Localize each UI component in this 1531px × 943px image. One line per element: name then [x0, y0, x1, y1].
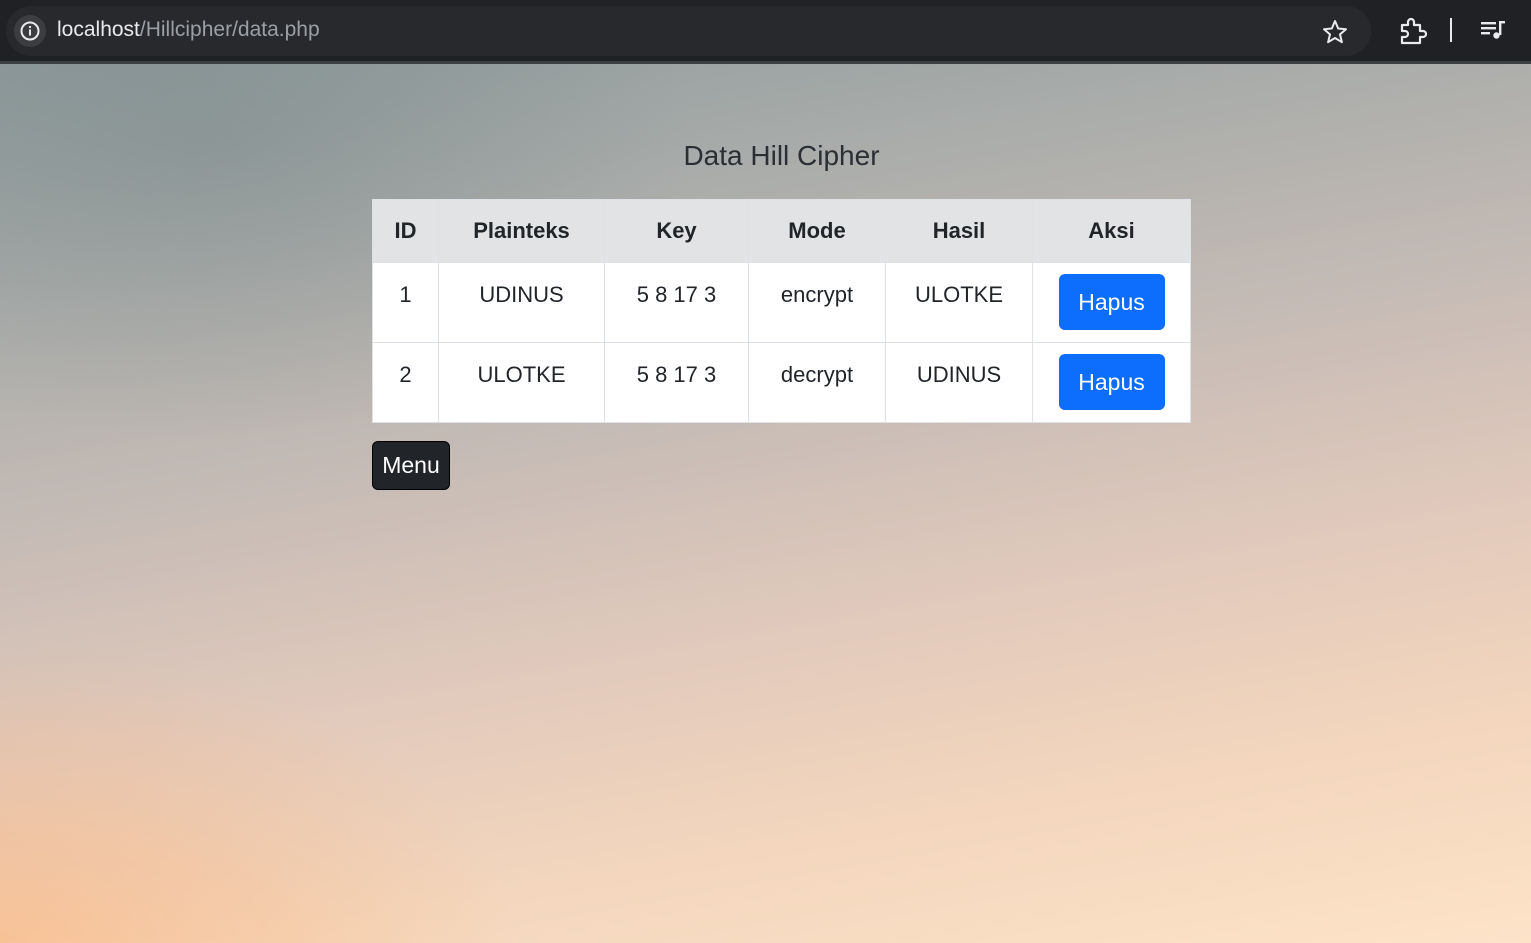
column-header-aksi: Aksi — [1032, 199, 1191, 263]
hapus-button[interactable]: Hapus — [1058, 354, 1165, 410]
cell-key: 5 8 17 3 — [604, 262, 749, 343]
cell-aksi: Hapus — [1032, 342, 1191, 423]
column-header-plainteks: Plainteks — [438, 199, 605, 263]
cell-aksi: Hapus — [1032, 262, 1191, 343]
data-table: ID Plainteks Key Mode Hasil Aksi 1 UDINU… — [372, 199, 1191, 423]
cell-mode: encrypt — [748, 262, 886, 343]
url-text[interactable]: localhost/Hillcipher/data.php — [57, 18, 320, 42]
cell-id: 2 — [372, 342, 439, 423]
table-row: 1 UDINUS 5 8 17 3 encrypt ULOTKE Hapus — [372, 262, 1191, 343]
cell-hasil: ULOTKE — [885, 262, 1033, 343]
cell-hasil: UDINUS — [885, 342, 1033, 423]
toolbar-divider — [1450, 18, 1452, 42]
extensions-icon[interactable] — [1397, 16, 1428, 46]
star-icon[interactable] — [1321, 18, 1349, 46]
info-icon[interactable] — [14, 15, 46, 47]
column-header-key: Key — [604, 199, 749, 263]
hapus-button[interactable]: Hapus — [1058, 274, 1165, 330]
cell-mode: decrypt — [748, 342, 886, 423]
column-header-id: ID — [372, 199, 439, 263]
cell-plainteks: UDINUS — [438, 262, 605, 343]
menu-button[interactable]: Menu — [372, 441, 450, 490]
media-controls-icon[interactable] — [1478, 16, 1508, 46]
cell-key: 5 8 17 3 — [604, 342, 749, 423]
column-header-mode: Mode — [748, 199, 886, 263]
table-header-row: ID Plainteks Key Mode Hasil Aksi — [372, 199, 1191, 263]
url-host: localhost — [57, 18, 140, 41]
cell-plainteks: ULOTKE — [438, 342, 605, 423]
table-row: 2 ULOTKE 5 8 17 3 decrypt UDINUS Hapus — [372, 342, 1191, 423]
page-content: Data Hill Cipher ID Plainteks Key Mode H… — [0, 64, 1531, 943]
page-title: Data Hill Cipher — [683, 140, 880, 171]
column-header-hasil: Hasil — [885, 199, 1033, 263]
address-bar[interactable]: localhost/Hillcipher/data.php — [6, 6, 1371, 56]
url-path: /Hillcipher/data.php — [139, 18, 320, 41]
browser-toolbar: localhost/Hillcipher/data.php — [0, 0, 1531, 64]
cell-id: 1 — [372, 262, 439, 343]
